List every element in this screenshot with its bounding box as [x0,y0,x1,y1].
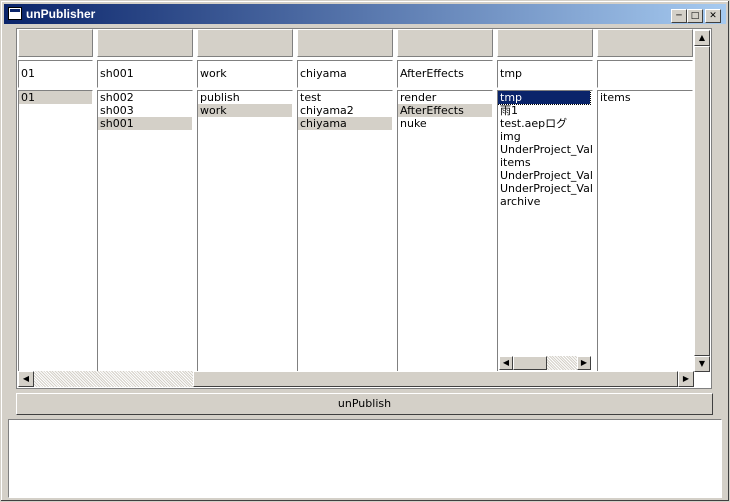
list-item[interactable]: AfterEffects [398,104,492,117]
title-bar[interactable]: unPublisher ─ □ ✕ [4,4,726,24]
list-item[interactable]: nuke [398,117,492,130]
scroll-thumb[interactable] [193,371,678,387]
path-field[interactable]: work [197,60,293,88]
list-item[interactable]: UnderProject_Vali [498,182,592,195]
path-field[interactable]: sh001 [97,60,193,88]
item-list[interactable]: render AfterEffects nuke [397,90,493,372]
item-list[interactable]: sh002 sh003 sh001 [97,90,193,372]
unpublish-button[interactable]: unPublish [16,393,713,415]
scroll-up-icon[interactable]: ▲ [694,30,710,46]
list-item[interactable]: items [498,156,592,169]
path-field[interactable]: 01 [18,60,93,88]
grid-vertical-scrollbar[interactable]: ▲ ▼ [694,30,710,372]
item-list[interactable]: test chiyama2 chiyama [297,90,393,372]
column-header[interactable] [97,29,193,57]
scroll-thumb[interactable] [513,356,547,370]
unpublisher-window: unPublisher ─ □ ✕ 01 01 sh001 sh002 sh00… [0,0,730,502]
column-header[interactable] [397,29,493,57]
list-item[interactable]: publish [198,91,292,104]
scroll-right-icon[interactable]: ▶ [678,371,694,387]
close-icon[interactable]: ✕ [705,9,721,23]
list-item[interactable]: test.aepログ [498,117,592,130]
list-item[interactable]: items [598,91,692,104]
window-title: unPublisher [26,7,96,21]
maximize-icon[interactable]: □ [687,9,703,23]
list-item[interactable]: work [198,104,292,117]
list-item[interactable]: render [398,91,492,104]
app-icon [8,7,22,20]
column-header[interactable] [18,29,93,57]
scroll-right-icon[interactable]: ▶ [577,356,591,370]
list-item[interactable]: UnderProject_Vali [498,143,592,156]
column-header[interactable] [497,29,593,57]
column-header[interactable] [597,29,693,57]
list-item[interactable]: archive [498,195,592,208]
list-item[interactable]: sh003 [98,104,192,117]
scroll-down-icon[interactable]: ▼ [694,356,710,372]
list-item[interactable]: sh002 [98,91,192,104]
column-header[interactable] [197,29,293,57]
path-field[interactable] [597,60,693,88]
list-horizontal-scrollbar[interactable]: ◀ ▶ [499,356,591,370]
list-item[interactable]: UnderProject_Vali [498,169,592,182]
path-field[interactable]: chiyama [297,60,393,88]
list-item[interactable]: test [298,91,392,104]
scroll-thumb[interactable] [694,46,710,356]
scroll-left-icon[interactable]: ◀ [18,371,34,387]
grid-horizontal-scrollbar[interactable]: ◀ ▶ [18,371,694,387]
browser-grid: 01 01 sh001 sh002 sh003 sh001 work publi… [16,28,712,389]
list-item[interactable]: img [498,130,592,143]
list-item[interactable]: 雨1 [498,104,592,117]
log-output[interactable] [8,419,722,498]
minimize-icon[interactable]: ─ [671,9,687,23]
list-item[interactable]: chiyama2 [298,104,392,117]
column-header[interactable] [297,29,393,57]
list-item[interactable]: tmp [498,91,591,105]
item-list[interactable]: 01 [18,90,93,372]
path-field[interactable]: AfterEffects [397,60,493,88]
list-item[interactable]: sh001 [98,117,192,130]
item-list[interactable]: items [597,90,693,372]
list-item[interactable]: 01 [19,91,92,104]
path-field[interactable]: tmp [497,60,593,88]
list-item[interactable]: chiyama [298,117,392,130]
scroll-left-icon[interactable]: ◀ [499,356,513,370]
item-list[interactable]: tmp 雨1 test.aepログ img UnderProject_Vali … [497,90,593,372]
item-list[interactable]: publish work [197,90,293,372]
